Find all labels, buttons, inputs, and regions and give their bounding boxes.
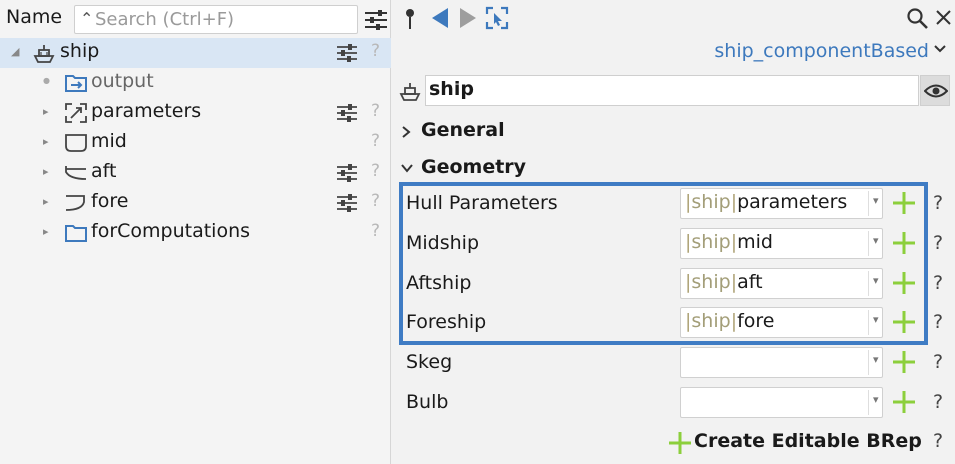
expand-dot-icon: ● bbox=[43, 76, 50, 85]
dropdown-arrow-icon[interactable]: ▾ bbox=[873, 234, 879, 247]
property-label: Aftship bbox=[406, 272, 472, 294]
fore-section-icon bbox=[65, 195, 85, 211]
help-icon[interactable]: ? bbox=[933, 311, 943, 333]
combo-value: |ship|fore bbox=[685, 310, 775, 332]
reference-combo[interactable]: ▾ bbox=[680, 347, 883, 378]
collapse-arrow-icon[interactable]: ◢ bbox=[11, 45, 19, 58]
tree-item-fore[interactable]: ▸ fore ? bbox=[0, 188, 391, 218]
template-selector[interactable]: ship_componentBased bbox=[714, 40, 929, 62]
tree-item-label: forComputations bbox=[91, 220, 251, 242]
help-icon[interactable]: ? bbox=[933, 192, 943, 214]
pin-icon[interactable] bbox=[404, 8, 416, 30]
output-icon bbox=[65, 75, 87, 92]
ship-icon bbox=[399, 83, 421, 101]
filter-sliders-icon[interactable] bbox=[364, 8, 388, 32]
ship-icon bbox=[33, 45, 55, 63]
combo-value: |ship|parameters bbox=[685, 191, 848, 213]
dropdown-arrow-icon[interactable]: ▾ bbox=[873, 313, 879, 326]
add-plus-icon bbox=[669, 432, 691, 454]
reference-combo[interactable]: ▾ bbox=[680, 387, 883, 418]
expand-arrow-icon[interactable]: ▸ bbox=[43, 225, 49, 238]
help-icon[interactable]: ? bbox=[371, 191, 380, 211]
tree-item-label: aft bbox=[91, 160, 117, 182]
search-history-caret-icon[interactable]: ⌃ bbox=[80, 9, 93, 28]
help-icon[interactable]: ? bbox=[371, 131, 380, 151]
combo-value: |ship|mid bbox=[685, 231, 773, 253]
help-icon[interactable]: ? bbox=[371, 221, 380, 241]
sliders-icon[interactable] bbox=[336, 193, 358, 213]
property-label: Bulb bbox=[406, 391, 449, 413]
mid-section-icon bbox=[65, 134, 87, 152]
chevron-down-icon[interactable] bbox=[933, 42, 947, 56]
help-icon[interactable]: ? bbox=[371, 101, 380, 121]
tree-item-output[interactable]: ● output bbox=[0, 68, 391, 98]
dropdown-arrow-icon[interactable]: ▾ bbox=[873, 353, 879, 366]
help-icon[interactable]: ? bbox=[933, 272, 943, 294]
dropdown-arrow-icon[interactable]: ▾ bbox=[873, 393, 879, 406]
tree-item-parameters[interactable]: ▸ parameters ? bbox=[0, 98, 391, 128]
folder-icon bbox=[65, 225, 87, 242]
object-tree-panel: Name ⌃ ◢ ship ? ● bbox=[0, 0, 391, 464]
property-label: Foreship bbox=[406, 311, 487, 333]
tree-item-aft[interactable]: ▸ aft ? bbox=[0, 158, 391, 188]
help-icon[interactable]: ? bbox=[933, 391, 943, 413]
tree-item-mid[interactable]: ▸ mid ? bbox=[0, 128, 391, 158]
tree-item-label: fore bbox=[91, 190, 129, 212]
object-name-field[interactable]: ship bbox=[425, 75, 919, 106]
sliders-icon[interactable] bbox=[336, 163, 358, 183]
add-plus-icon[interactable] bbox=[892, 390, 916, 414]
add-plus-icon[interactable] bbox=[892, 271, 916, 295]
help-icon[interactable]: ? bbox=[371, 161, 380, 181]
expand-arrow-icon[interactable]: ▸ bbox=[43, 165, 49, 178]
visibility-toggle[interactable] bbox=[920, 75, 950, 106]
expand-arrow-icon[interactable]: ▸ bbox=[43, 105, 49, 118]
eye-icon bbox=[924, 84, 948, 98]
help-icon[interactable]: ? bbox=[933, 232, 943, 254]
button-label: Create Editable BRep bbox=[694, 430, 922, 452]
combo-value: |ship|aft bbox=[685, 271, 763, 293]
reference-combo[interactable]: |ship|aft ▾ bbox=[680, 268, 883, 299]
property-label: Midship bbox=[406, 232, 480, 254]
chevron-right-icon bbox=[402, 126, 411, 138]
add-plus-icon[interactable] bbox=[892, 350, 916, 374]
group-title: General bbox=[421, 119, 505, 141]
parameters-icon bbox=[65, 103, 87, 123]
dropdown-arrow-icon[interactable]: ▾ bbox=[873, 194, 879, 207]
aft-section-icon bbox=[65, 166, 87, 180]
add-plus-icon[interactable] bbox=[892, 191, 916, 215]
chevron-down-icon bbox=[401, 164, 413, 173]
add-plus-icon[interactable] bbox=[892, 231, 916, 255]
reference-combo[interactable]: |ship|parameters ▾ bbox=[680, 188, 883, 219]
tree-item-label: mid bbox=[91, 130, 127, 152]
back-arrow-icon[interactable] bbox=[430, 7, 450, 29]
tree-item-label: ship bbox=[60, 40, 100, 62]
search-icon[interactable] bbox=[906, 7, 928, 29]
help-icon[interactable]: ? bbox=[933, 351, 943, 373]
reference-combo[interactable]: |ship|fore ▾ bbox=[680, 307, 883, 338]
dropdown-arrow-icon[interactable]: ▾ bbox=[873, 274, 879, 287]
search-input[interactable] bbox=[74, 5, 358, 34]
forward-arrow-icon[interactable] bbox=[458, 7, 478, 29]
close-icon[interactable] bbox=[935, 9, 952, 26]
properties-panel: ship_componentBased ship General Geometr… bbox=[392, 0, 955, 464]
tree-item-ship[interactable]: ◢ ship ? bbox=[0, 38, 391, 68]
tree-item-forComputations[interactable]: ▸ forComputations ? bbox=[0, 218, 391, 248]
select-in-viewer-icon[interactable] bbox=[485, 6, 509, 30]
help-icon[interactable]: ? bbox=[933, 430, 943, 452]
property-label: Skeg bbox=[406, 351, 453, 373]
help-icon[interactable]: ? bbox=[371, 41, 380, 61]
tree-item-label: parameters bbox=[91, 100, 202, 122]
group-title: Geometry bbox=[421, 156, 527, 178]
property-label: Hull Parameters bbox=[406, 192, 558, 214]
expand-arrow-icon[interactable]: ▸ bbox=[43, 195, 49, 208]
add-plus-icon[interactable] bbox=[892, 310, 916, 334]
sliders-icon[interactable] bbox=[336, 43, 358, 63]
sliders-icon[interactable] bbox=[336, 103, 358, 123]
name-column-header: Name bbox=[6, 6, 63, 28]
expand-arrow-icon[interactable]: ▸ bbox=[43, 135, 49, 148]
tree-item-label: output bbox=[91, 70, 154, 92]
reference-combo[interactable]: |ship|mid ▾ bbox=[680, 228, 883, 259]
